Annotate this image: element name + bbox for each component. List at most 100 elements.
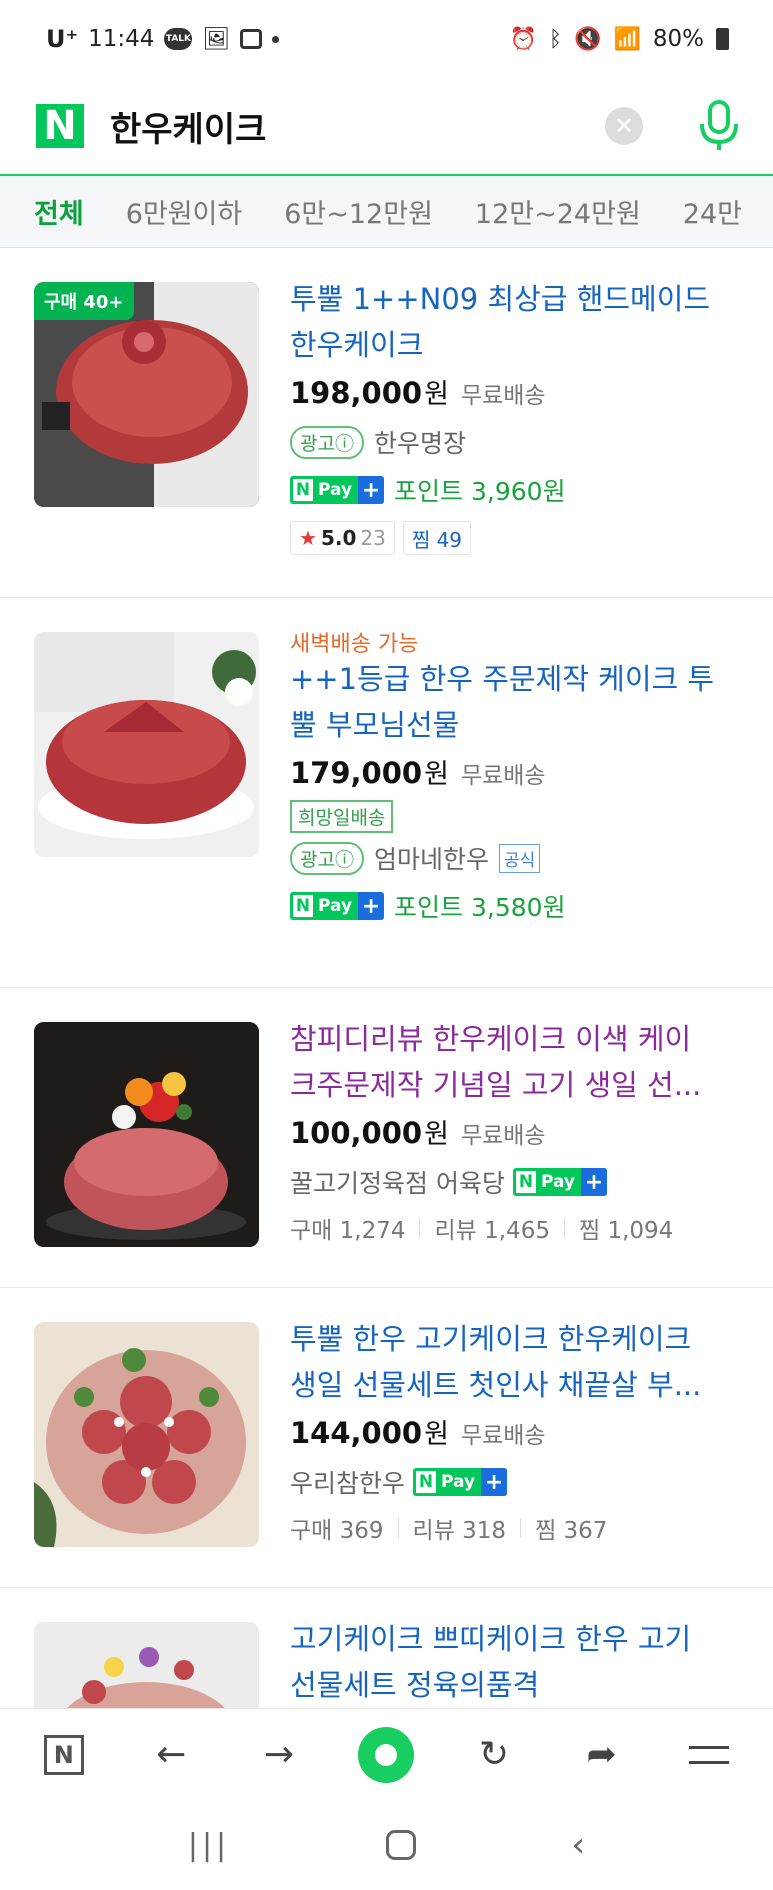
browser-toolbar: N ← → ↻ ➦: [0, 1708, 773, 1800]
npay-row: N Pay + 포인트 3,580원: [290, 882, 753, 930]
price-filter-tabs: 전체 6만원이하 6만~12만원 12만~24만원 24만: [0, 176, 773, 248]
alarm-icon: ⏰: [509, 26, 537, 52]
green-dot-icon: [358, 1726, 415, 1783]
naver-logo[interactable]: N: [36, 103, 84, 149]
ad-badge[interactable]: 광고ⓘ: [290, 425, 364, 459]
shipping-label: 무료배송: [460, 1423, 546, 1449]
price-row: 144,000 원 무료배송: [290, 1416, 546, 1450]
shipping-label: 무료배송: [460, 763, 546, 789]
product-price: 179,000: [290, 756, 423, 790]
product-image[interactable]: 구매 40+: [34, 282, 259, 507]
hanwoo-cake-photo: [34, 632, 259, 857]
zzim-count: 찜 1,094: [578, 1218, 674, 1244]
zzim-chip: 찜 49: [402, 521, 472, 555]
product-item[interactable]: 새벽배송 가능 ++1등급 한우 주문제작 케이크 투뿔 부모님선물 179,0…: [0, 598, 773, 988]
review-count: 리뷰 318: [412, 1518, 507, 1544]
product-title[interactable]: 참피디리뷰 한우케이크 이색 케이 크주문제작 기념일 고기 생일 선...: [290, 1016, 753, 1108]
battery-percent: 80%: [652, 26, 704, 52]
hanwoo-cake-photo: [34, 1022, 259, 1247]
tab-under-60k[interactable]: 6만원이하: [126, 192, 243, 231]
close-icon: ✕: [613, 112, 635, 140]
shipping-label: 무료배송: [460, 1123, 546, 1149]
seller-name[interactable]: 한우명장: [374, 424, 466, 460]
product-list: 구매 40+ 투뿔 1++N09 최상급 핸드메이드 한우케이크 198,000 …: [0, 248, 773, 1748]
carrier-label: U⁺: [46, 25, 79, 53]
product-image[interactable]: [34, 1322, 259, 1547]
price-row: 198,000 원 무료배송: [290, 376, 546, 410]
naver-home-button[interactable]: N: [34, 1725, 94, 1785]
seller-row: 꿀고기정육점 어육당 N Pay +: [290, 1158, 753, 1206]
system-navigation-bar: ||| ‹: [0, 1800, 773, 1890]
share-button[interactable]: ➦: [572, 1725, 632, 1785]
kakaotalk-icon: TALK: [164, 28, 193, 50]
refresh-button[interactable]: ↻: [464, 1725, 524, 1785]
purchase-count-badge: 구매 40+: [34, 282, 134, 320]
refresh-icon: ↻: [478, 1734, 510, 1775]
bluetooth-icon: ᛒ: [548, 26, 563, 52]
product-item[interactable]: 투뿔 한우 고기케이크 한우케이크 생일 선물세트 첫인사 채끝살 부... 14…: [0, 1288, 773, 1588]
forward-button[interactable]: →: [249, 1725, 309, 1785]
tab-120k-240k[interactable]: 12만~24만원: [475, 192, 641, 231]
seller-name[interactable]: 우리참한우: [290, 1464, 405, 1500]
menu-icon: [689, 1745, 730, 1764]
seller-name[interactable]: 엄마네한우: [374, 840, 489, 876]
tab-60k-120k[interactable]: 6만~12만원: [284, 192, 433, 231]
price-row: 100,000 원 무료배송: [290, 1116, 546, 1150]
clear-search-button[interactable]: ✕: [605, 107, 643, 145]
product-item[interactable]: 참피디리뷰 한우케이크 이색 케이 크주문제작 기념일 고기 생일 선... 10…: [0, 988, 773, 1288]
more-notifications-icon: [272, 35, 280, 43]
battery-icon: [716, 28, 729, 50]
voice-search-button[interactable]: [697, 100, 741, 152]
hope-delivery-badge: 희망일배송: [290, 799, 394, 833]
microphone-icon: [700, 100, 738, 150]
dawn-delivery-label: 새벽배송 가능: [290, 632, 419, 657]
product-image[interactable]: [34, 1022, 259, 1247]
product-title[interactable]: ++1등급 한우 주문제작 케이크 투뿔 부모님선물: [290, 656, 753, 748]
product-title[interactable]: 고기케이크 쁘띠케이크 한우 고기 선물세트 정육의품격: [290, 1616, 753, 1708]
price-row: 179,000 원 무료배송: [290, 756, 546, 790]
hanwoo-cake-photo: [34, 1322, 259, 1547]
home-button[interactable]: [385, 1830, 416, 1860]
purchase-count: 구매 369: [290, 1518, 384, 1544]
seller-row: 광고ⓘ 한우명장: [290, 418, 753, 466]
chips-row: ★ 5.0 23 찜 49: [290, 514, 753, 562]
status-time: 11:44: [88, 26, 155, 52]
review-count: 리뷰 1,465: [434, 1218, 550, 1244]
seller-row: 우리참한우 N Pay +: [290, 1458, 753, 1506]
hope-delivery-row: 희망일배송: [290, 798, 753, 834]
product-title[interactable]: 투뿔 1++N09 최상급 핸드메이드 한우케이크: [290, 276, 753, 368]
point-label: 포인트 3,580원: [394, 893, 566, 922]
app-notification-icon: [240, 29, 263, 49]
wifi-icon: 📶: [613, 26, 641, 52]
npay-row: N Pay + 포인트 3,960원: [290, 466, 753, 514]
npay-plus-icon: N Pay +: [290, 476, 385, 504]
ad-badge[interactable]: 광고ⓘ: [290, 841, 364, 875]
gallery-icon: 🖼: [202, 26, 231, 52]
npay-plus-icon: N Pay +: [512, 1168, 607, 1196]
status-bar: U⁺ 11:44 TALK 🖼 ⏰ ᛒ 🔇 📶 80%: [0, 0, 773, 78]
search-input[interactable]: 한우케이크: [110, 102, 605, 151]
point-label: 포인트 3,960원: [394, 477, 566, 506]
official-badge: 공식: [498, 843, 541, 873]
recent-apps-button[interactable]: |||: [188, 1828, 230, 1863]
back-button[interactable]: ←: [141, 1725, 201, 1785]
mute-icon: 🔇: [574, 26, 602, 52]
menu-button[interactable]: [679, 1725, 739, 1785]
tab-all[interactable]: 전체: [34, 192, 84, 231]
product-price: 198,000: [290, 376, 423, 410]
product-stats: 구매 369 리뷰 318 찜 367: [290, 1506, 753, 1550]
rating-chip: ★ 5.0 23: [290, 521, 395, 555]
search-bar: N 한우케이크 ✕: [0, 78, 773, 176]
shipping-label: 무료배송: [460, 383, 546, 409]
product-image[interactable]: [34, 632, 259, 857]
product-item[interactable]: 구매 40+ 투뿔 1++N09 최상급 핸드메이드 한우케이크 198,000 …: [0, 248, 773, 598]
npay-plus-icon: N Pay +: [413, 1468, 508, 1496]
arrow-right-icon: →: [263, 1734, 294, 1775]
back-nav-button[interactable]: ‹: [572, 1825, 586, 1865]
zzim-count: 찜 367: [535, 1518, 608, 1544]
purchase-count: 구매 1,274: [290, 1218, 406, 1244]
product-title[interactable]: 투뿔 한우 고기케이크 한우케이크 생일 선물세트 첫인사 채끝살 부...: [290, 1316, 753, 1408]
tab-over-240k[interactable]: 24만: [683, 192, 742, 231]
seller-name[interactable]: 꿀고기정육점 어육당: [290, 1164, 505, 1200]
green-dot-button[interactable]: [356, 1725, 416, 1785]
